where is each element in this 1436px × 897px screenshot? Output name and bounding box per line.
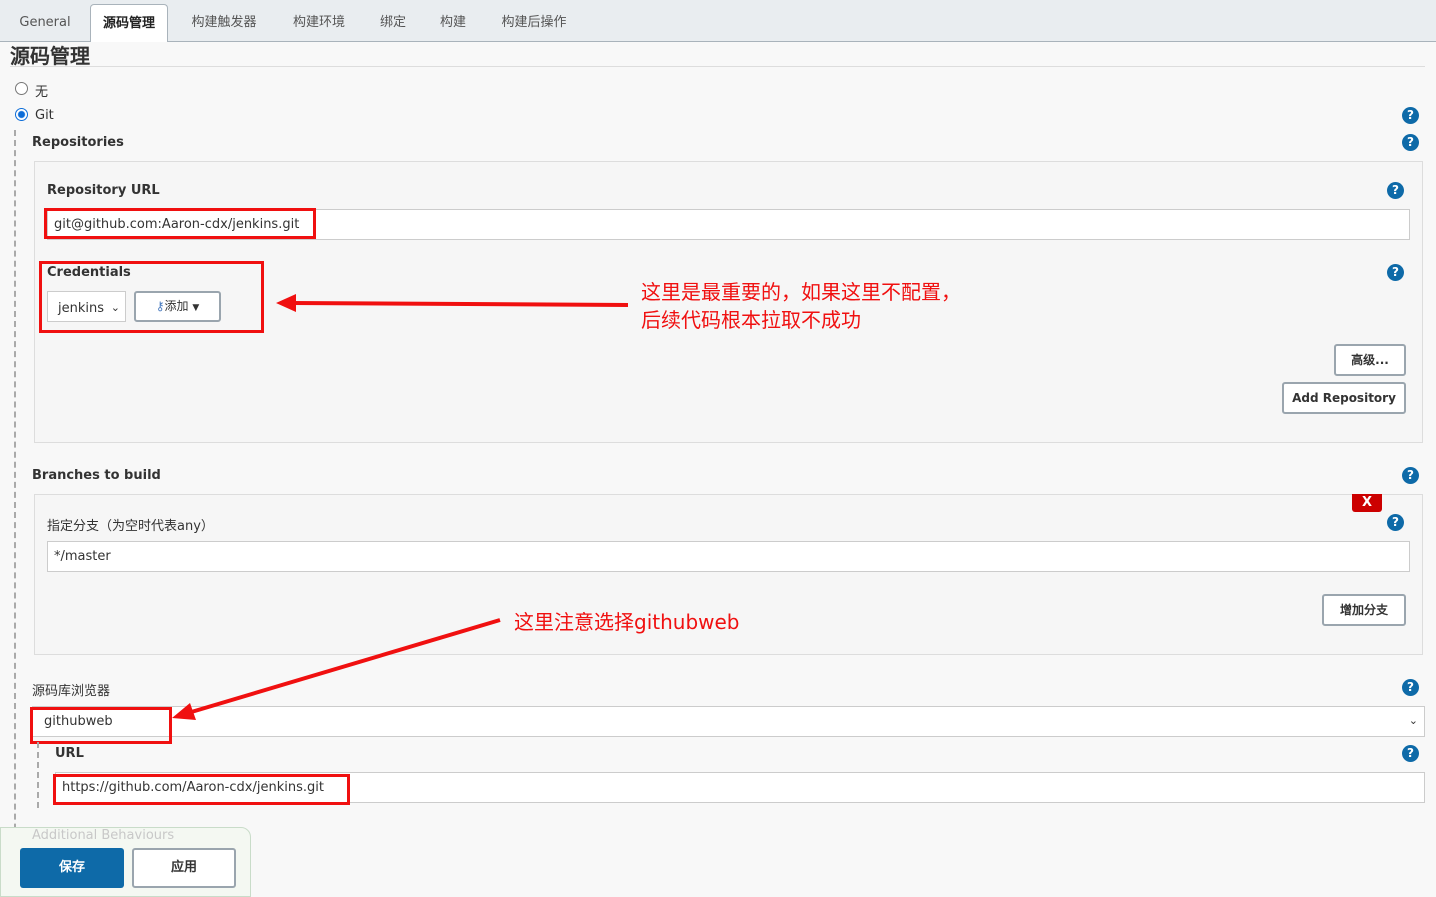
apply-button[interactable]: 应用	[132, 848, 236, 888]
arrow-to-browser	[172, 618, 501, 720]
annotation-arrows	[172, 294, 629, 720]
arrow-to-credentials	[276, 294, 629, 312]
save-button[interactable]: 保存	[20, 848, 124, 888]
additional-behaviours-label: Additional Behaviours	[32, 828, 175, 843]
